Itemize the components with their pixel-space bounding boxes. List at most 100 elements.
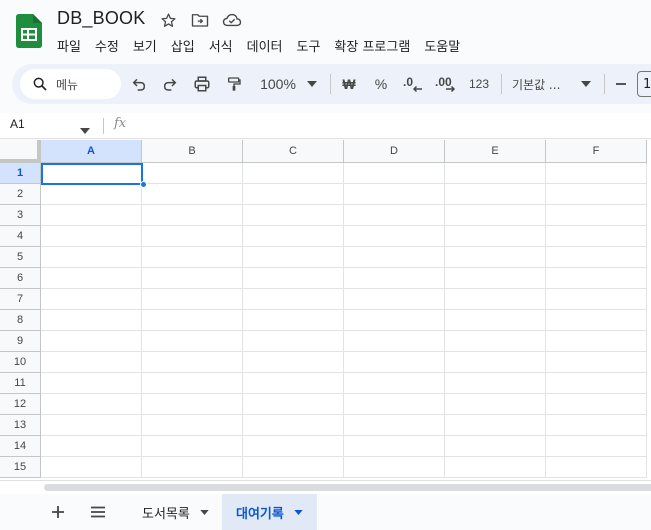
cell-d2[interactable] — [344, 184, 445, 205]
cell-f10[interactable] — [546, 352, 647, 373]
row-header-14[interactable]: 14 — [0, 436, 41, 457]
cell-d15[interactable] — [344, 457, 445, 478]
cloud-saved-icon[interactable] — [222, 10, 242, 30]
menu-search-button[interactable]: 메뉴 — [20, 69, 121, 99]
menu-format[interactable]: 서식 — [202, 34, 240, 57]
cell-e5[interactable] — [445, 247, 546, 268]
cell-e12[interactable] — [445, 394, 546, 415]
row-header-3[interactable]: 3 — [0, 205, 41, 226]
font-size-input[interactable]: 1 — [637, 71, 651, 97]
row-header-5[interactable]: 5 — [0, 247, 41, 268]
cell-a5[interactable] — [41, 247, 142, 268]
cell-d4[interactable] — [344, 226, 445, 247]
cell-b12[interactable] — [142, 394, 243, 415]
name-box-caret-icon[interactable] — [80, 119, 90, 138]
cell-f12[interactable] — [546, 394, 647, 415]
cell-b14[interactable] — [142, 436, 243, 457]
cell-f3[interactable] — [546, 205, 647, 226]
cell-c4[interactable] — [243, 226, 344, 247]
row-header-13[interactable]: 13 — [0, 415, 41, 436]
cell-c5[interactable] — [243, 247, 344, 268]
cell-c1[interactable] — [243, 163, 344, 184]
cell-b6[interactable] — [142, 268, 243, 289]
move-folder-icon[interactable] — [190, 10, 210, 30]
decrease-decimal-button[interactable]: .0 — [402, 72, 424, 96]
cell-f14[interactable] — [546, 436, 647, 457]
cell-c9[interactable] — [243, 331, 344, 352]
undo-button[interactable] — [129, 72, 149, 96]
cell-a10[interactable] — [41, 352, 142, 373]
column-header-c[interactable]: C — [243, 140, 344, 163]
add-sheet-button[interactable] — [48, 502, 68, 522]
cell-e8[interactable] — [445, 310, 546, 331]
zoom-select[interactable]: 100% — [258, 72, 298, 96]
cell-d8[interactable] — [344, 310, 445, 331]
row-header-7[interactable]: 7 — [0, 289, 41, 310]
cell-a2[interactable] — [41, 184, 142, 205]
cell-f8[interactable] — [546, 310, 647, 331]
cell-f13[interactable] — [546, 415, 647, 436]
sheets-logo-icon[interactable] — [16, 14, 42, 48]
cell-d14[interactable] — [344, 436, 445, 457]
cell-c7[interactable] — [243, 289, 344, 310]
row-header-15[interactable]: 15 — [0, 457, 41, 478]
cell-a4[interactable] — [41, 226, 142, 247]
zoom-caret-icon[interactable] — [306, 72, 318, 96]
cell-e10[interactable] — [445, 352, 546, 373]
cell-e6[interactable] — [445, 268, 546, 289]
cell-b3[interactable] — [142, 205, 243, 226]
row-header-2[interactable]: 2 — [0, 184, 41, 205]
cell-c6[interactable] — [243, 268, 344, 289]
cell-f11[interactable] — [546, 373, 647, 394]
chevron-down-icon[interactable] — [200, 509, 209, 515]
scrollbar-thumb[interactable] — [44, 484, 651, 491]
column-header-e[interactable]: E — [445, 140, 546, 163]
cell-e4[interactable] — [445, 226, 546, 247]
menu-help[interactable]: 도움말 — [417, 34, 467, 57]
cell-f7[interactable] — [546, 289, 647, 310]
column-header-a[interactable]: A — [41, 140, 142, 163]
print-button[interactable] — [191, 72, 213, 96]
all-sheets-button[interactable] — [88, 502, 108, 522]
menu-tools[interactable]: 도구 — [290, 34, 328, 57]
cell-a15[interactable] — [41, 457, 142, 478]
cell-c11[interactable] — [243, 373, 344, 394]
menu-file[interactable]: 파일 — [50, 34, 88, 57]
menu-edit[interactable]: 수정 — [88, 34, 126, 57]
cell-c2[interactable] — [243, 184, 344, 205]
row-header-11[interactable]: 11 — [0, 373, 41, 394]
column-header-f[interactable]: F — [546, 140, 647, 163]
cell-e14[interactable] — [445, 436, 546, 457]
cell-a6[interactable] — [41, 268, 142, 289]
increase-decimal-button[interactable]: .00 — [434, 72, 458, 96]
cell-a9[interactable] — [41, 331, 142, 352]
font-family-select[interactable]: 기본값 ... — [512, 72, 570, 96]
row-header-8[interactable]: 8 — [0, 310, 41, 331]
row-header-9[interactable]: 9 — [0, 331, 41, 352]
cell-d5[interactable] — [344, 247, 445, 268]
cell-b5[interactable] — [142, 247, 243, 268]
cell-e13[interactable] — [445, 415, 546, 436]
cell-e11[interactable] — [445, 373, 546, 394]
cell-b2[interactable] — [142, 184, 243, 205]
paint-format-button[interactable] — [224, 72, 244, 96]
cell-d3[interactable] — [344, 205, 445, 226]
decrease-font-size-button[interactable] — [614, 72, 628, 96]
font-family-caret-icon[interactable] — [580, 72, 592, 96]
cell-f5[interactable] — [546, 247, 647, 268]
cell-f15[interactable] — [546, 457, 647, 478]
cell-e1[interactable] — [445, 163, 546, 184]
row-header-10[interactable]: 10 — [0, 352, 41, 373]
more-formats-button[interactable]: 123 — [468, 72, 490, 96]
cell-e2[interactable] — [445, 184, 546, 205]
row-header-12[interactable]: 12 — [0, 394, 41, 415]
menu-data[interactable]: 데이터 — [240, 34, 290, 57]
cell-d11[interactable] — [344, 373, 445, 394]
sheet-tab-대여기록[interactable]: 대여기록 — [222, 494, 317, 530]
cell-a11[interactable] — [41, 373, 142, 394]
cell-c3[interactable] — [243, 205, 344, 226]
cell-d1[interactable] — [344, 163, 445, 184]
cell-d12[interactable] — [344, 394, 445, 415]
cell-a8[interactable] — [41, 310, 142, 331]
row-header-6[interactable]: 6 — [0, 268, 41, 289]
